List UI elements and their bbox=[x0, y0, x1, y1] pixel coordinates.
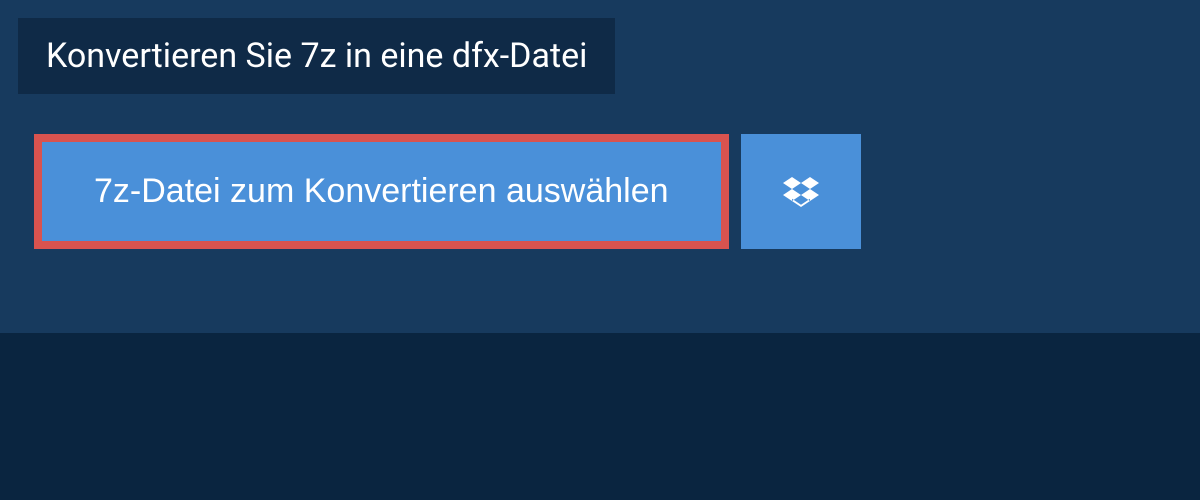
page-title: Konvertieren Sie 7z in eine dfx-Datei bbox=[46, 36, 587, 76]
converter-panel: Konvertieren Sie 7z in eine dfx-Datei 7z… bbox=[0, 0, 1200, 333]
select-file-button[interactable]: 7z-Datei zum Konvertieren auswählen bbox=[42, 142, 721, 241]
title-bar: Konvertieren Sie 7z in eine dfx-Datei bbox=[18, 18, 615, 94]
action-row: 7z-Datei zum Konvertieren auswählen bbox=[34, 134, 1200, 249]
dropbox-button[interactable] bbox=[741, 134, 861, 249]
select-file-highlight: 7z-Datei zum Konvertieren auswählen bbox=[34, 134, 729, 249]
dropbox-icon bbox=[783, 174, 819, 210]
